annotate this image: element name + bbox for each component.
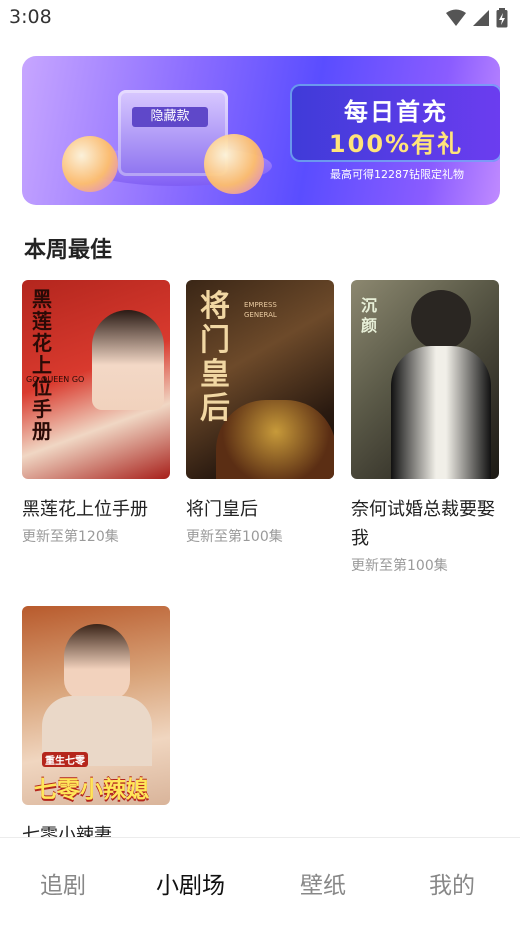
wifi-icon [446,9,466,26]
drama-episode-status: 更新至第100集 [186,529,283,545]
poster-tagline: GO QUEEN GO [26,375,85,384]
poster-tagline: 重生七零 [42,752,88,767]
tab-wode[interactable]: 我的 [429,866,475,900]
drama-episode-status: 更新至第120集 [22,529,119,545]
drama-card[interactable]: 黑莲花上位手册 GO QUEEN GO 黑莲花上位手册 更新至第120集 [22,280,170,546]
banner-panel: 每日首充 100%有礼 [290,84,500,162]
status-time: 3:08 [9,6,52,28]
drama-title: 将门皇后 [186,499,258,520]
poster-figure [411,290,471,350]
gift-bubble-right [204,134,264,194]
drama-poster: 重生七零 七零小辣媳 [22,606,170,805]
drama-poster: 黑莲花上位手册 GO QUEEN GO [22,280,170,479]
poster-title-text: 沉颜 [361,296,378,335]
poster-figure-body [391,346,491,479]
cell-signal-icon [473,10,489,26]
drama-title: 奈何试婚总裁要娶我 [351,499,495,549]
poster-title-text: 将门皇后 [200,289,230,426]
poster-figure [64,624,130,700]
banner-offer: 100%有礼 [328,130,464,158]
drama-title: 黑莲花上位手册 [22,499,148,520]
poster-title-text: 黑莲花上位手册 [32,287,52,443]
poster-title-text: 七零小辣媳 [34,777,149,803]
status-icons [446,8,508,28]
section-title: 本周最佳 [24,238,113,263]
drama-episode-status: 更新至第100集 [351,558,448,574]
banner-box-tag: 隐藏款 [132,107,208,127]
tab-xiaojuchang[interactable]: 小剧场 [156,866,225,900]
drama-card[interactable]: 沉颜 奈何试婚总裁要娶我 更新至第100集 [351,280,499,575]
tab-zhuiju[interactable]: 追剧 [40,866,86,900]
tab-bizhi[interactable]: 壁纸 [300,866,346,900]
battery-icon [496,8,508,28]
banner-headline: 每日首充 [344,98,448,126]
drama-card[interactable]: 将门皇后 EMPRESS GENERAL 将门皇后 更新至第100集 [186,280,334,546]
poster-figure [92,310,164,410]
promo-banner[interactable]: 隐藏款 每日首充 100%有礼 最高可得12287钻限定礼物 [22,56,500,205]
poster-tagline: EMPRESS GENERAL [244,301,277,319]
banner-subtext: 最高可得12287钻限定礼物 [330,168,464,181]
drama-poster: 将门皇后 EMPRESS GENERAL [186,280,334,479]
status-bar: 3:08 [0,0,520,36]
bottom-tab-bar: 追剧 小剧场 壁纸 我的 [0,837,520,925]
drama-card[interactable]: 重生七零 七零小辣媳 七零小辣妻 [22,606,170,850]
gift-bubble-left [62,136,118,192]
drama-poster: 沉颜 [351,280,499,479]
